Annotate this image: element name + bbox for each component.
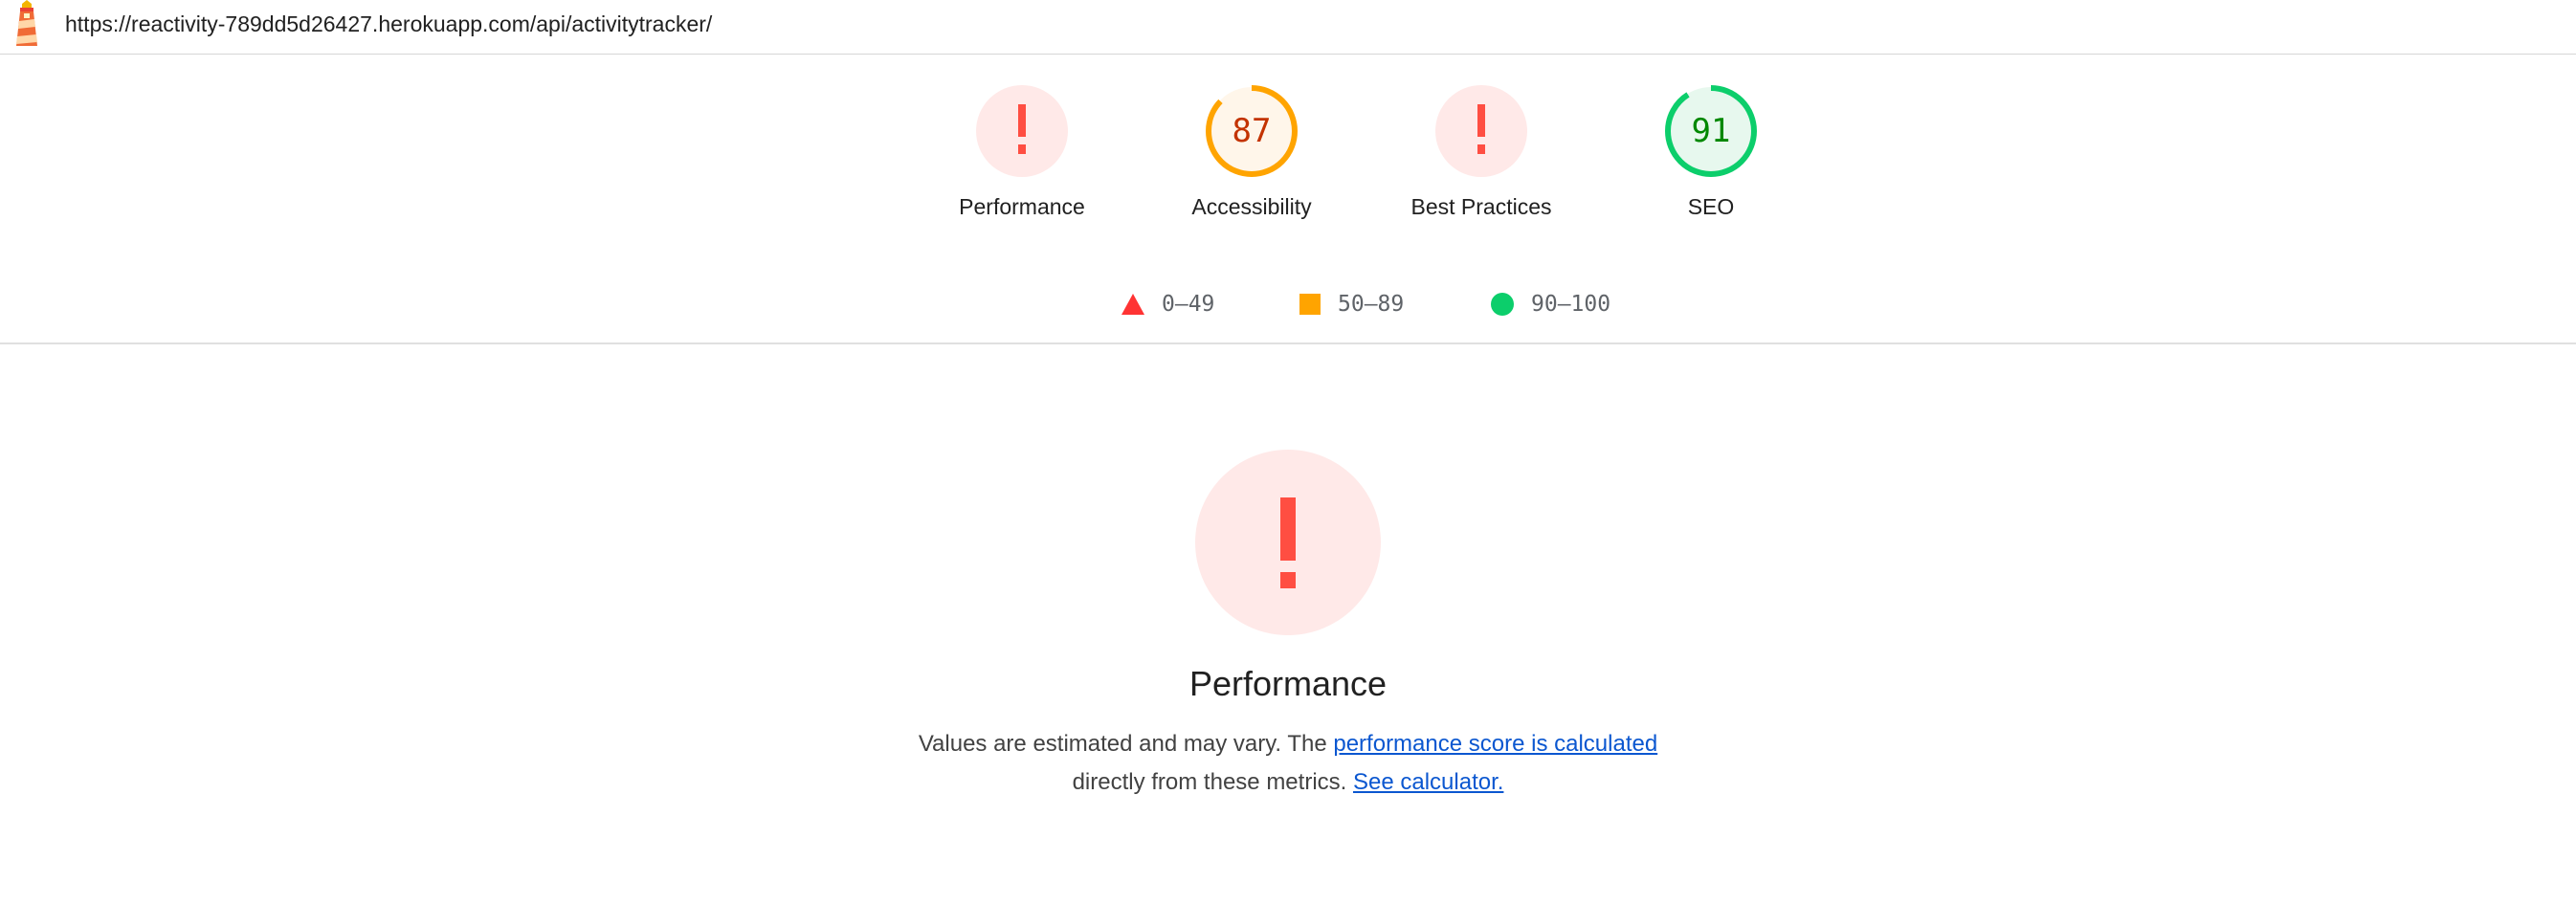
- legend-item-fail: 0–49: [1121, 287, 1214, 321]
- legend-item-pass: 90–100: [1491, 287, 1610, 321]
- gauge-score: 91: [1691, 112, 1731, 150]
- circle-pass-icon: [1491, 293, 1514, 316]
- score-gauges: Performance 87 Accessibility Best Practi…: [0, 55, 2576, 236]
- gauge-accessibility[interactable]: 87 Accessibility: [1156, 83, 1347, 220]
- gauge-ring: 91: [1663, 83, 1759, 179]
- legend-item-average: 50–89: [1299, 287, 1404, 321]
- gauge-score: 87: [1232, 112, 1272, 150]
- desc-text: Values are estimated and may vary. The: [918, 731, 1334, 757]
- gauge-label: Performance: [959, 194, 1085, 219]
- legend-range: 50–89: [1338, 292, 1405, 317]
- gauge-ring: 87: [1204, 83, 1299, 179]
- desc-text: directly from these metrics.: [1072, 769, 1353, 795]
- see-calculator-link[interactable]: See calculator.: [1353, 769, 1503, 795]
- performance-title: Performance: [1188, 664, 1388, 703]
- gauge-best-practices[interactable]: Best Practices: [1386, 83, 1577, 220]
- gauge-ring: [974, 83, 1070, 179]
- gauge-performance[interactable]: Performance: [926, 83, 1118, 220]
- performance-section: Performance Values are estimated and may…: [0, 450, 2576, 802]
- legend-range: 0–49: [1162, 292, 1215, 317]
- gauge-ring: [1433, 83, 1529, 179]
- alert-icon: [1280, 497, 1296, 588]
- score-legend: 0–49 50–89 90–100: [0, 287, 2576, 321]
- gauge-seo[interactable]: 91 SEO: [1615, 83, 1807, 220]
- legend-range: 90–100: [1531, 292, 1611, 317]
- lighthouse-icon: [16, 0, 37, 46]
- page-url: https://reactivity-789dd5d26427.herokuap…: [65, 11, 713, 36]
- performance-score-link[interactable]: performance score is calculated: [1333, 731, 1657, 757]
- square-average-icon: [1299, 294, 1321, 315]
- triangle-fail-icon: [1121, 294, 1144, 315]
- gauge-label: Best Practices: [1410, 194, 1552, 219]
- section-divider: [0, 342, 2576, 344]
- gauge-label: Accessibility: [1191, 194, 1312, 219]
- url-bar: https://reactivity-789dd5d26427.herokuap…: [0, 0, 2576, 55]
- performance-gauge: [1195, 450, 1381, 635]
- gauge-label: SEO: [1687, 194, 1735, 219]
- performance-description: Values are estimated and may vary. The p…: [905, 725, 1671, 802]
